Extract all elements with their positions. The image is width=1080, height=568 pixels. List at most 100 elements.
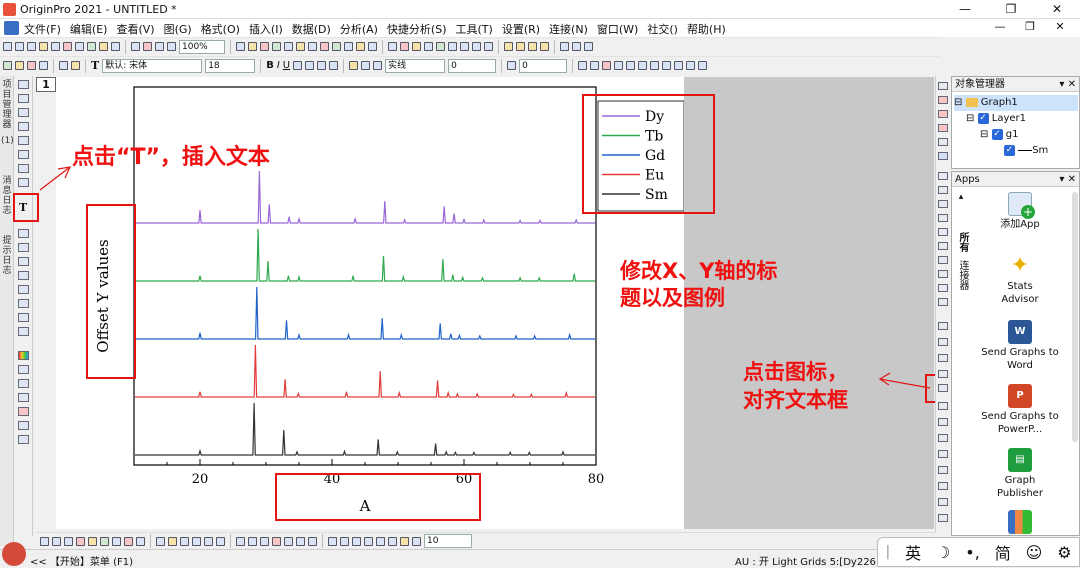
menu-item-3[interactable]: 图(G) xyxy=(164,21,192,37)
tab-hint-log[interactable]: 提示日志 xyxy=(1,236,13,276)
rt-icon-6[interactable] xyxy=(938,152,948,160)
close-button[interactable]: ✕ xyxy=(1034,0,1080,19)
new-project-icon[interactable] xyxy=(3,42,12,51)
region-tool-icon[interactable] xyxy=(18,285,29,294)
line-style-combo[interactable]: 实线 xyxy=(385,58,446,73)
swap-icon[interactable] xyxy=(560,42,569,51)
insert-table-icon[interactable] xyxy=(18,421,29,430)
command-window-icon[interactable] xyxy=(368,42,377,51)
column-z-icon[interactable] xyxy=(484,42,493,51)
scatter-plot-icon[interactable] xyxy=(52,536,61,546)
plot-icon[interactable] xyxy=(400,42,409,51)
column-y-icon[interactable] xyxy=(472,42,481,51)
menu-item-13[interactable]: 社交() xyxy=(647,21,678,37)
stats-icon[interactable] xyxy=(424,42,433,51)
tab-message-log[interactable]: 消息日志 xyxy=(1,176,13,216)
front-icon[interactable] xyxy=(272,536,281,546)
mdi-close-button[interactable]: ✕ xyxy=(1045,20,1075,33)
series-line-sm[interactable] xyxy=(135,402,595,456)
same-width-icon[interactable] xyxy=(686,61,696,70)
results-log-icon[interactable] xyxy=(356,42,365,51)
rt-icon-2[interactable] xyxy=(938,96,948,104)
checkbox-icon[interactable]: ✓ xyxy=(1004,144,1015,156)
rt-icon-22[interactable] xyxy=(938,402,948,410)
ime-mode[interactable]: 简 xyxy=(995,540,1011,564)
screen-reader-icon[interactable] xyxy=(27,61,36,70)
rt-icon-17[interactable] xyxy=(938,322,948,330)
app-add[interactable]: + 添加App xyxy=(970,192,1070,231)
align-h-icon[interactable] xyxy=(328,536,337,546)
tree-node-layer[interactable]: ⊟ ✓ Layer1 xyxy=(954,111,1078,127)
batch-icon[interactable] xyxy=(436,42,445,51)
move-down-icon[interactable] xyxy=(540,42,549,51)
grid-icon[interactable] xyxy=(614,61,624,70)
extract-icon[interactable] xyxy=(308,42,317,51)
rt-icon-14[interactable] xyxy=(938,270,948,278)
annotation-tool-icon[interactable] xyxy=(18,164,29,173)
status-start-menu[interactable]: << 【开始】菜单 (F1) xyxy=(30,553,133,568)
rt-icon-3[interactable] xyxy=(938,110,948,118)
menu-item-14[interactable]: 帮助(H) xyxy=(687,21,726,37)
menu-item-7[interactable]: 分析(A) xyxy=(340,21,378,37)
menu-item-12[interactable]: 窗口(W) xyxy=(597,21,638,37)
backward-icon[interactable] xyxy=(308,536,317,546)
menu-item-6[interactable]: 数据(D) xyxy=(292,21,331,37)
new-workbook-icon[interactable] xyxy=(15,42,24,51)
add-layer-icon[interactable] xyxy=(272,42,281,51)
apps-scrollbar[interactable] xyxy=(1072,192,1078,442)
menu-item-5[interactable]: 插入(I) xyxy=(249,21,283,37)
duplicate-icon[interactable] xyxy=(143,42,152,51)
same-size-icon[interactable] xyxy=(364,536,373,546)
ime-moon-icon[interactable]: ☽ xyxy=(936,543,950,562)
rt-icon-28[interactable] xyxy=(938,498,948,506)
copy-page-icon[interactable] xyxy=(111,42,120,51)
heatmap-icon[interactable] xyxy=(124,536,133,546)
data-selector-icon[interactable] xyxy=(3,61,12,70)
arrow-tool-icon[interactable] xyxy=(71,61,80,70)
pattern-fill-icon[interactable] xyxy=(507,61,517,70)
app-menu-icon[interactable] xyxy=(4,21,19,35)
pointer-tool-icon[interactable] xyxy=(18,80,29,89)
line-width-combo[interactable]: 0 xyxy=(448,58,497,73)
area-plot-icon[interactable] xyxy=(100,536,109,546)
line-color-icon[interactable] xyxy=(361,61,371,70)
bold-icon[interactable]: B xyxy=(266,60,274,71)
polygon-tool-icon[interactable] xyxy=(18,271,29,280)
font-icon[interactable]: T xyxy=(91,59,99,72)
font-name-combo[interactable]: 默认: 宋体 xyxy=(102,58,203,73)
flip-icon[interactable] xyxy=(388,536,397,546)
multi-panel-icon[interactable] xyxy=(168,536,177,546)
delete-col-icon[interactable] xyxy=(584,42,593,51)
mdi-restore-button[interactable]: ❐ xyxy=(1015,20,1045,33)
series-line-dy[interactable] xyxy=(135,170,595,224)
apps-tab-connectors[interactable]: 连接器 xyxy=(954,260,968,290)
zoom-whole-icon[interactable] xyxy=(236,42,245,51)
align-v-icon[interactable] xyxy=(340,536,349,546)
ime-language[interactable]: 英 xyxy=(905,540,921,564)
zoom-out-icon[interactable] xyxy=(167,42,176,51)
rt-icon-25[interactable] xyxy=(938,450,948,458)
ungroup-icon[interactable] xyxy=(260,536,269,546)
ellipse-tool-icon[interactable] xyxy=(18,313,29,322)
layer-icon[interactable] xyxy=(260,42,269,51)
align-right-icon[interactable] xyxy=(650,61,660,70)
rt-icon-1[interactable] xyxy=(938,82,948,90)
3d-plot-icon[interactable] xyxy=(156,536,165,546)
rt-icon-29[interactable] xyxy=(938,514,948,522)
insert-graph-icon[interactable] xyxy=(18,407,29,416)
rotate-icon[interactable] xyxy=(376,536,385,546)
template-icon[interactable] xyxy=(180,536,189,546)
tree-node-group[interactable]: ⊟ ✓ g1 xyxy=(954,127,1078,143)
rt-icon-20[interactable] xyxy=(938,370,948,378)
zoom-icon[interactable] xyxy=(236,536,245,546)
rt-icon-16[interactable] xyxy=(938,298,948,306)
rt-icon-4[interactable] xyxy=(938,124,948,132)
back-icon[interactable] xyxy=(284,536,293,546)
menu-item-4[interactable]: 格式(O) xyxy=(201,21,240,37)
recalc-icon[interactable] xyxy=(87,42,96,51)
properties-icon[interactable] xyxy=(412,536,421,546)
rt-icon-13[interactable] xyxy=(938,256,948,264)
screen-reader-tool-icon[interactable] xyxy=(18,136,29,145)
open-icon[interactable] xyxy=(39,42,48,51)
ime-punct-icon[interactable]: •, xyxy=(965,543,980,562)
